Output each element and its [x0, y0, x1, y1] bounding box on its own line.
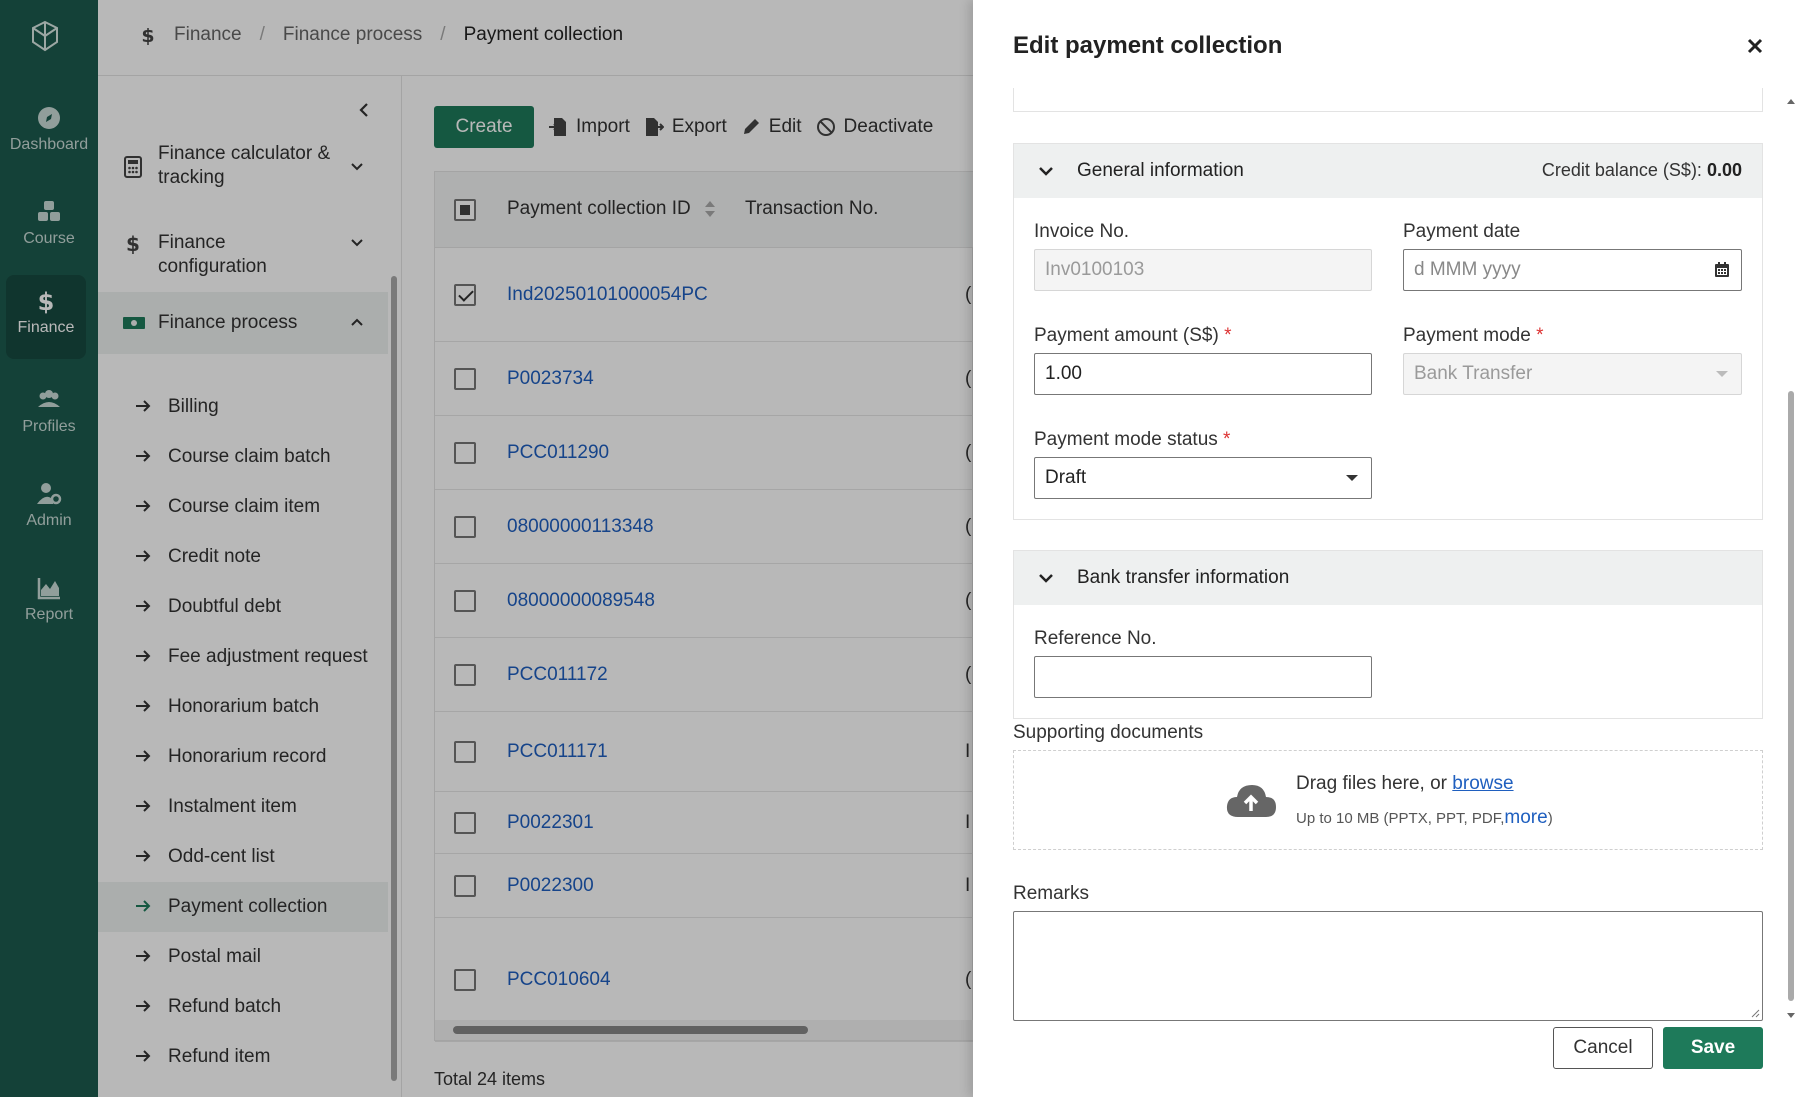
required-marker: *	[1536, 325, 1544, 346]
payment-amount-input[interactable]: 1.00	[1034, 353, 1372, 395]
remarks-label: Remarks	[1013, 883, 1090, 904]
invoice-no-field: Inv0100103	[1034, 249, 1372, 291]
drawer-scrollbar[interactable]	[1785, 96, 1797, 1021]
payment-mode-label-text: Payment mode	[1403, 325, 1531, 346]
supporting-documents-label: Supporting documents	[1013, 722, 1204, 743]
bank-transfer-section: Bank transfer information Reference No.	[1013, 550, 1763, 719]
payment-mode-label: Payment mode *	[1403, 325, 1543, 347]
app: Dashboard Course $ Finance Profiles Admi…	[0, 0, 1800, 1097]
payment-amount-label: Payment amount (S$) *	[1034, 325, 1232, 347]
cancel-button[interactable]: Cancel	[1553, 1027, 1653, 1069]
required-marker: *	[1224, 325, 1232, 346]
chevron-down-icon	[1039, 167, 1053, 176]
drag-text: Drag files here, or	[1296, 773, 1448, 794]
page-background: $ Finance / Finance process / Payment co…	[98, 0, 1071, 1097]
scrollbar-thumb[interactable]	[1788, 391, 1794, 1001]
section-title: General information	[1077, 160, 1244, 181]
payment-amount-label-text: Payment amount (S$)	[1034, 325, 1219, 346]
scroll-down-icon[interactable]	[1785, 1011, 1797, 1021]
caret-down-icon	[1346, 475, 1358, 481]
section-header[interactable]: Bank transfer information	[1014, 551, 1762, 605]
credit-balance-value: 0.00	[1706, 160, 1742, 180]
reference-no-input[interactable]	[1034, 656, 1372, 698]
required-marker: *	[1223, 429, 1231, 450]
modal-overlay[interactable]	[98, 0, 1071, 1097]
hint-end: )	[1547, 810, 1553, 827]
file-dropzone[interactable]: Drag files here, or browse Up to 10 MB (…	[1013, 750, 1763, 850]
modal-overlay-rail[interactable]	[0, 0, 98, 1097]
invoice-no-label: Invoice No.	[1034, 221, 1130, 242]
dropzone-hint: Up to 10 MB (PPTX, PPT, PDF,more)	[1296, 807, 1553, 829]
edit-payment-drawer: Edit payment collection General informat…	[973, 0, 1800, 1097]
cloud-upload-icon	[1226, 785, 1276, 817]
payment-mode-status-value: Draft	[1045, 467, 1087, 488]
browse-link[interactable]: browse	[1452, 773, 1513, 794]
scroll-up-icon[interactable]	[1785, 96, 1797, 106]
section-title: Bank transfer information	[1077, 567, 1290, 588]
chevron-down-icon	[1039, 574, 1053, 583]
remarks-textarea[interactable]	[1013, 911, 1763, 1021]
payment-mode-status-select[interactable]: Draft	[1034, 457, 1372, 499]
section-header[interactable]: General information Credit balance (S$):…	[1014, 144, 1762, 198]
payment-date-placeholder: d MMM yyyy	[1414, 259, 1521, 280]
drawer-title: Edit payment collection	[1013, 32, 1283, 59]
hint-text: Up to 10 MB (PPTX, PPT, PDF,	[1296, 810, 1505, 827]
calendar-icon[interactable]	[1713, 261, 1731, 279]
payment-mode-value: Bank Transfer	[1414, 363, 1533, 384]
credit-balance-label: Credit balance (S$):	[1541, 160, 1702, 180]
general-information-section: General information Credit balance (S$):…	[1013, 143, 1763, 520]
payment-date-label: Payment date	[1403, 221, 1521, 242]
payment-mode-select: Bank Transfer	[1403, 353, 1742, 395]
payment-date-input[interactable]: d MMM yyyy	[1403, 249, 1742, 291]
more-formats-link[interactable]: more	[1504, 807, 1547, 828]
credit-balance: Credit balance (S$): 0.00	[1542, 160, 1742, 181]
resize-grip-icon[interactable]	[1750, 1008, 1760, 1018]
reference-no-label: Reference No.	[1034, 628, 1157, 649]
save-button[interactable]: Save	[1663, 1027, 1763, 1069]
previous-section-bottom	[1013, 88, 1763, 112]
caret-down-icon	[1716, 371, 1728, 377]
close-icon[interactable]	[1745, 36, 1765, 56]
dropzone-text: Drag files here, or browse	[1296, 773, 1514, 795]
payment-mode-status-label: Payment mode status *	[1034, 429, 1230, 451]
payment-mode-status-label-text: Payment mode status	[1034, 429, 1218, 450]
